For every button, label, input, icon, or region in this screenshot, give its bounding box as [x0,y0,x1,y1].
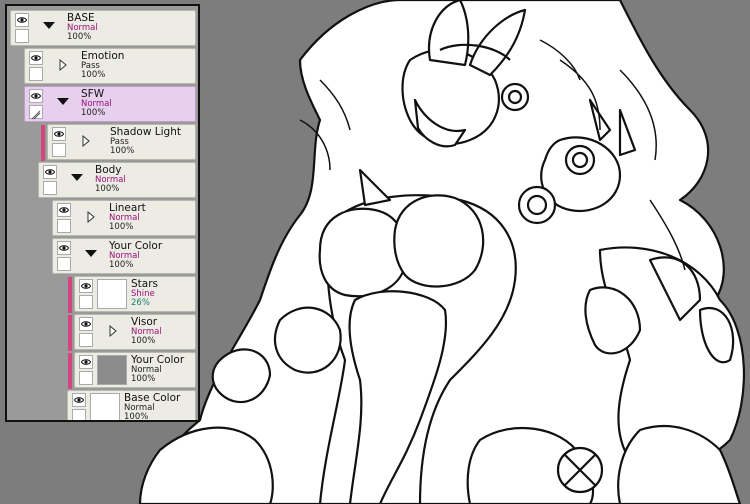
layer-opacity: 100% [95,184,120,194]
visibility-eye-icon[interactable] [29,89,43,103]
layer-thumbnail [97,355,127,385]
layer-opacity: 100% [109,260,134,270]
layer-opacity: 100% [131,374,156,384]
layer-info: SFW Normal 100% [81,88,112,118]
layer-opacity: 100% [67,32,92,42]
layer-lock-checkbox[interactable] [52,143,66,157]
folder-collapsed-icon[interactable] [109,325,117,337]
layer-info: Visor Normal 100% [131,316,162,346]
layer-row-lineart[interactable]: Lineart Normal 100% [52,200,196,236]
layer-row-emotion[interactable]: Emotion Pass 100% [24,48,196,84]
layer-lock-checkbox[interactable] [29,67,43,81]
layer-lock-checkbox[interactable] [57,219,71,233]
visibility-eye-icon[interactable] [15,13,29,27]
layer-info: Your Color Normal 100% [109,240,162,270]
visibility-eye-icon[interactable] [57,203,71,217]
layer-opacity: 100% [109,222,134,232]
layer-thumbnail [90,393,120,420]
layer-opacity: 100% [81,108,106,118]
layer-info: BASE Normal 100% [67,12,98,42]
layer-info: Your Color Normal 100% [131,354,184,384]
layer-row-body[interactable]: Body Normal 100% [38,162,196,198]
layer-row-stars[interactable]: Stars Shine 26% [68,276,196,313]
visibility-eye-icon[interactable] [43,165,57,179]
layer-row-your-color[interactable]: Your Color Normal 100% [68,352,196,389]
folder-expanded-icon[interactable] [43,22,55,30]
visibility-eye-icon[interactable] [79,317,93,331]
folder-expanded-icon[interactable] [85,250,97,258]
folder-collapsed-icon[interactable] [59,59,67,71]
layer-lock-checkbox[interactable] [43,181,57,195]
folder-expanded-icon[interactable] [71,174,83,182]
layer-lock-checkbox[interactable] [72,409,86,420]
layer-info: Emotion Pass 100% [81,50,124,80]
layer-opacity: 100% [110,146,135,156]
visibility-eye-icon[interactable] [72,393,86,407]
layer-opacity: 100% [131,336,156,346]
layer-lock-checkbox[interactable] [79,371,93,385]
layer-info: Stars Shine 26% [131,278,158,308]
layer-lock-checkbox[interactable] [57,257,71,271]
layer-row-base[interactable]: BASE Normal 100% [10,10,196,46]
visibility-eye-icon[interactable] [52,127,66,141]
layer-info: Base Color Normal 100% [124,392,180,422]
layer-lock-checkbox[interactable] [29,105,43,120]
layer-thumbnail [97,279,127,309]
visibility-eye-icon[interactable] [57,241,71,255]
visibility-eye-icon[interactable] [79,279,93,293]
clipping-indicator [41,125,45,161]
visibility-eye-icon[interactable] [29,51,43,65]
layer-lock-checkbox[interactable] [79,333,93,347]
layer-opacity: 100% [81,70,106,80]
layer-row-shadow-light[interactable]: Shadow Light Pass 100% [41,124,196,161]
visibility-eye-icon[interactable] [79,355,93,369]
layer-info: Lineart Normal 100% [109,202,146,232]
layer-row-base-color[interactable]: Base Color Normal 100% [67,390,196,422]
clipping-indicator [68,353,72,389]
folder-collapsed-icon[interactable] [87,211,95,223]
layer-row-sfw[interactable]: SFW Normal 100% [24,86,196,122]
folder-collapsed-icon[interactable] [82,135,90,147]
layer-opacity: 100% [124,412,149,422]
layer-lock-checkbox[interactable] [15,29,29,43]
layer-row-your-color[interactable]: Your Color Normal 100% [52,238,196,274]
layer-info: Shadow Light Pass 100% [110,126,181,156]
layer-row-visor[interactable]: Visor Normal 100% [68,314,196,351]
clipping-indicator [68,315,72,351]
layer-opacity: 26% [131,298,150,308]
layer-panel[interactable]: BASE Normal 100% Emotion Pass 100% SFW Normal 10… [5,4,200,422]
layer-lock-checkbox[interactable] [79,295,93,309]
folder-expanded-icon[interactable] [57,98,69,106]
layer-info: Body Normal 100% [95,164,126,194]
clipping-indicator [68,277,72,313]
